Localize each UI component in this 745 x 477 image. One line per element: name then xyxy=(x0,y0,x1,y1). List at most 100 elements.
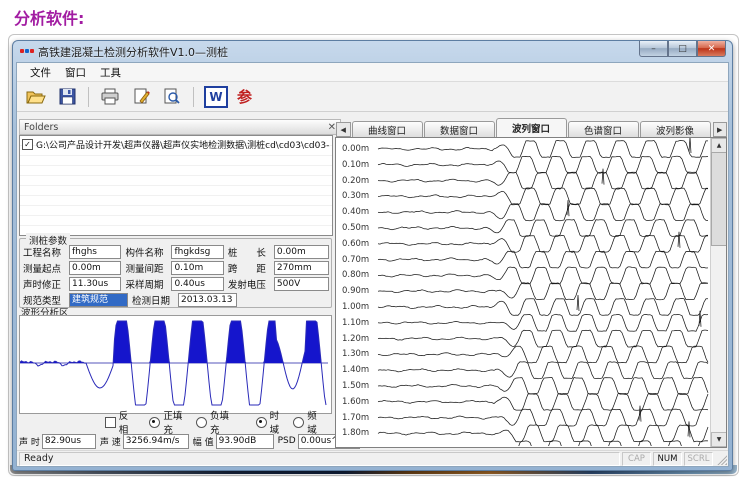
tab-scroll-left-icon[interactable]: ◀ xyxy=(336,122,351,137)
fill-radio-0[interactable] xyxy=(149,417,160,428)
client-area: Folders ✕ ✓ G:\公司产品设计开发\超声仪器\超声仪实地检测数据\测… xyxy=(17,112,728,450)
tab-scroll-right-icon[interactable]: ▶ xyxy=(713,122,728,137)
param-value-field[interactable]: 500V xyxy=(274,277,329,291)
param-value-field[interactable]: 0.40us xyxy=(171,277,223,291)
page-magnifier-icon xyxy=(163,88,181,105)
depth-label: 1.50m xyxy=(342,381,369,391)
toolbar-separator xyxy=(88,87,89,107)
minimize-button[interactable]: – xyxy=(639,41,668,57)
toolbar: W 参 xyxy=(17,82,728,112)
depth-label: 0.10m xyxy=(342,160,369,170)
depth-label: 0.80m xyxy=(342,270,369,280)
menu-item-0[interactable]: 文件 xyxy=(23,64,58,81)
depth-label: 1.60m xyxy=(342,397,369,407)
param-value-field[interactable]: 0.00m xyxy=(69,261,121,275)
printer-icon xyxy=(100,88,120,105)
open-button[interactable] xyxy=(25,86,47,108)
measure-field: 幅 值93.90dB xyxy=(193,434,274,449)
page-pen-icon xyxy=(133,88,150,105)
close-button[interactable]: ✕ xyxy=(697,41,726,57)
param-value-field[interactable]: fhghs xyxy=(69,245,121,259)
checkbox-checked-icon[interactable]: ✓ xyxy=(22,139,33,150)
menu-item-2[interactable]: 工具 xyxy=(93,64,128,81)
indicator-scrl: SCRL xyxy=(684,452,713,466)
fill-radio-label: 正填充 xyxy=(163,408,190,436)
tab-曲线窗口[interactable]: 曲线窗口 xyxy=(352,121,423,137)
fill-radio-1[interactable] xyxy=(196,417,207,428)
tab-色谱窗口[interactable]: 色谱窗口 xyxy=(568,121,639,137)
measure-label: 声 速 xyxy=(100,435,121,448)
depth-label: 1.00m xyxy=(342,302,369,312)
invert-label: 反相 xyxy=(119,408,137,436)
waveform-analysis-plot[interactable] xyxy=(19,315,332,414)
word-export-button[interactable]: W xyxy=(204,86,228,108)
domain-radio-label: 时域 xyxy=(270,408,288,436)
param-value-field[interactable]: 0.10m xyxy=(171,261,223,275)
param-value-field[interactable]: fhgkdsg xyxy=(171,245,223,259)
tab-label: 数据窗口 xyxy=(440,123,478,137)
app-window: 高铁建混凝土检测分析软件V1.0—测桩 – □ ✕ 文件窗口工具 xyxy=(12,40,733,471)
tab-label: 曲线窗口 xyxy=(368,123,406,137)
measure-value-field[interactable]: 82.90us xyxy=(42,434,96,449)
measure-field: 声 速3256.94m/s xyxy=(100,434,189,449)
measure-field: 声 时82.90us xyxy=(19,434,96,449)
param-label: 跨 距 xyxy=(228,261,272,275)
preview-button[interactable] xyxy=(161,86,183,108)
vertical-scrollbar[interactable]: ▲ ▼ xyxy=(710,138,726,447)
domain-radio-1[interactable] xyxy=(293,417,304,428)
param-label: 采样周期 xyxy=(125,277,169,291)
params-row: 测量起点0.00m测量间距0.10m跨 距270mm xyxy=(23,260,329,275)
measure-value-field[interactable]: 93.90dB xyxy=(216,434,274,449)
reference-button[interactable]: 参 xyxy=(237,86,252,107)
depth-label: 0.40m xyxy=(342,207,369,217)
domain-radio-label: 频域 xyxy=(307,408,325,436)
folders-header: Folders ✕ xyxy=(19,119,341,135)
params-row: 工程名称fhghs构件名称fhgkdsg桩 长0.00m xyxy=(23,244,329,259)
tab-strip: ◀ 曲线窗口 数据窗口 波列窗口色谱窗口 波列影像 ▶ xyxy=(335,118,728,137)
page-title: 分析软件: xyxy=(14,5,84,29)
app-icon xyxy=(20,45,34,58)
indicator-cap: CAP xyxy=(622,452,651,466)
param-value-field[interactable]: 建筑规范 xyxy=(69,293,128,307)
resize-grip[interactable] xyxy=(715,453,727,465)
tab-label: 波列影像 xyxy=(656,123,694,137)
tab-数据窗口[interactable]: 数据窗口 xyxy=(424,121,495,137)
scroll-down-icon[interactable]: ▼ xyxy=(711,432,727,447)
window-title: 高铁建混凝土检测分析软件V1.0—测桩 xyxy=(38,44,228,60)
maximize-button[interactable]: □ xyxy=(668,41,697,57)
folder-item-label: G:\公司产品设计开发\超声仪器\超声仪实地检测数据\测桩cd\cd03\cd0… xyxy=(36,138,330,151)
depth-label: 0.60m xyxy=(342,239,369,249)
invert-checkbox[interactable] xyxy=(105,417,116,428)
save-button[interactable] xyxy=(56,86,78,108)
param-value-field[interactable]: 270mm xyxy=(274,261,329,275)
depth-label: 0.90m xyxy=(342,286,369,296)
tab-波列窗口[interactable]: 波列窗口 xyxy=(496,118,567,137)
depth-label: 1.20m xyxy=(342,334,369,344)
depth-label: 0.70m xyxy=(342,255,369,265)
menu-item-1[interactable]: 窗口 xyxy=(58,64,93,81)
print-button[interactable] xyxy=(99,86,121,108)
depth-label: 1.10m xyxy=(342,318,369,328)
params-row: 声时修正11.30us采样周期0.40us发射电压500V xyxy=(23,276,329,291)
export-button[interactable] xyxy=(130,86,152,108)
param-value-field[interactable]: 0.00m xyxy=(274,245,329,259)
wave-train-view[interactable]: ▲ ▼ 0.00m0.10m0.20m0.30m0.40m0.50m0.60m0… xyxy=(335,137,727,448)
measure-label: 声 时 xyxy=(19,435,40,448)
depth-label: 1.30m xyxy=(342,349,369,359)
param-value-field[interactable]: 2013.03.13 xyxy=(178,293,237,307)
domain-radio-0[interactable] xyxy=(256,417,267,428)
folders-list[interactable]: ✓ G:\公司产品设计开发\超声仪器\超声仪实地检测数据\测桩cd\cd03\c… xyxy=(19,135,333,236)
window-body: 文件窗口工具 xyxy=(16,62,729,467)
fill-radio-label: 负填充 xyxy=(210,408,237,436)
folder-item[interactable]: ✓ G:\公司产品设计开发\超声仪器\超声仪实地检测数据\测桩cd\cd03\c… xyxy=(20,136,332,153)
open-folder-icon xyxy=(26,89,46,105)
indicator-num: NUM xyxy=(653,452,682,466)
title-bar[interactable]: 高铁建混凝土检测分析软件V1.0—测桩 – □ ✕ xyxy=(13,41,732,62)
measure-value-field[interactable]: 3256.94m/s xyxy=(123,434,189,449)
scroll-up-icon[interactable]: ▲ xyxy=(711,138,727,153)
toolbar-separator xyxy=(193,87,194,107)
tab-波列影像[interactable]: 波列影像 xyxy=(640,121,711,137)
measure-label: PSD xyxy=(278,436,296,446)
param-value-field[interactable]: 11.30us xyxy=(69,277,121,291)
scrollbar-thumb[interactable] xyxy=(711,152,727,246)
